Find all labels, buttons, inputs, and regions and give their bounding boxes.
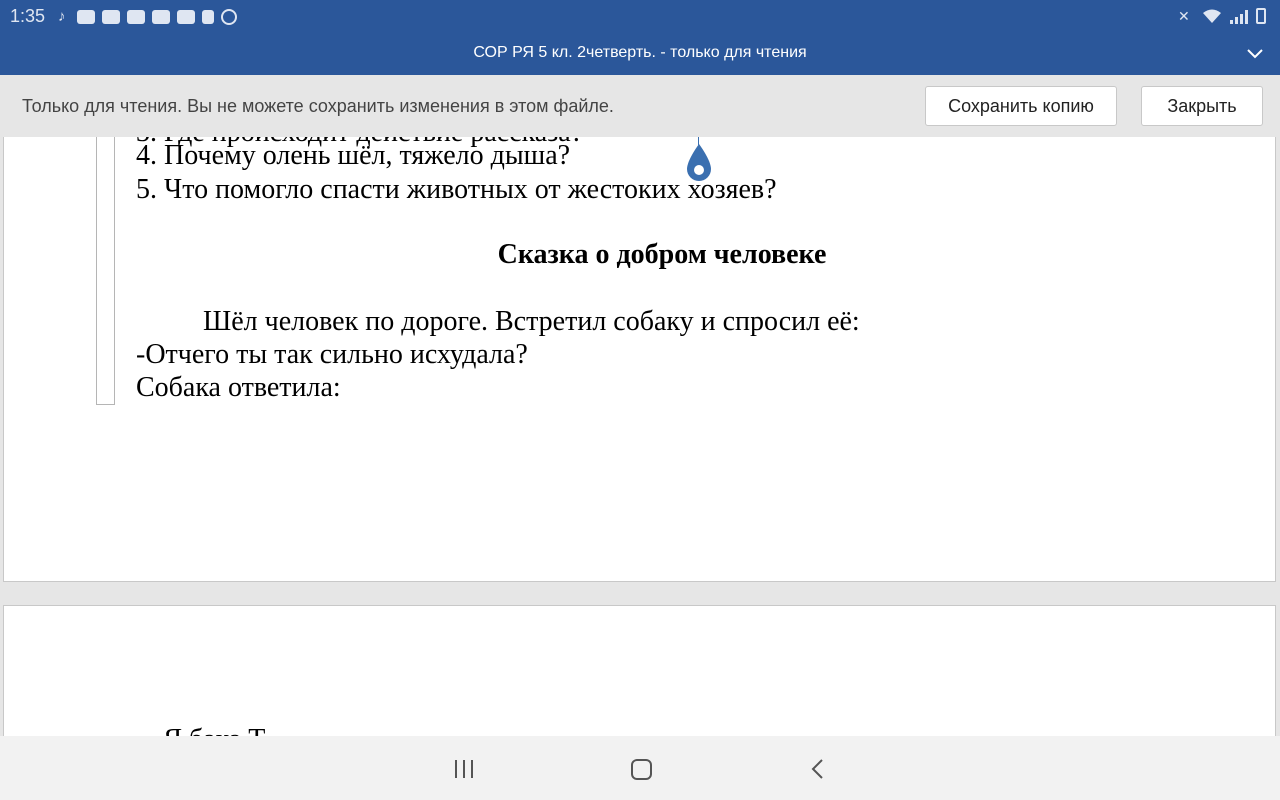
- whatsapp-icon: [221, 9, 237, 25]
- battery-icon: [1256, 8, 1266, 24]
- system-icons: ✕: [1178, 8, 1266, 24]
- save-copy-button[interactable]: Сохранить копию: [925, 86, 1117, 126]
- question-5: 5. Что помогло спасти животных от жесток…: [136, 174, 777, 205]
- status-bar: 1:35 ♪ ✕: [0, 0, 1280, 34]
- notification-icons: ♪: [58, 9, 237, 25]
- system-navigation-bar: [0, 736, 1280, 800]
- chevron-down-icon[interactable]: [1246, 44, 1264, 62]
- text-box-border: [96, 137, 115, 405]
- camera-app-icon: [202, 10, 214, 24]
- youtube-icon: [102, 10, 120, 24]
- youtube-icon: [177, 10, 195, 24]
- youtube-icon: [77, 10, 95, 24]
- home-icon[interactable]: [631, 759, 652, 780]
- cursor-handle-icon[interactable]: [685, 142, 713, 184]
- page2-partial-line: -Я бака Т: [154, 724, 265, 736]
- youtube-icon: [152, 10, 170, 24]
- wifi-icon: [1203, 9, 1221, 23]
- youtube-icon: [127, 10, 145, 24]
- readonly-notification-bar: Только для чтения. Вы не можете сохранит…: [0, 75, 1280, 137]
- paragraph-3: Собака ответила:: [136, 372, 341, 403]
- document-page-2[interactable]: -Я бака Т: [3, 605, 1276, 736]
- signal-icon: [1230, 8, 1248, 24]
- close-button[interactable]: Закрыть: [1141, 86, 1263, 126]
- document-page[interactable]: 3. Где происходит действие рассказа? 4. …: [3, 137, 1276, 582]
- back-icon[interactable]: [808, 758, 828, 780]
- readonly-message: Только для чтения. Вы не можете сохранит…: [22, 96, 614, 116]
- status-time: 1:35: [10, 6, 46, 26]
- recent-apps-icon[interactable]: [455, 760, 473, 778]
- app-header: 1:35 ♪ ✕ СОР РЯ 5 кл. 2четверть. - тольк…: [0, 0, 1280, 75]
- tiktok-icon: ♪: [58, 8, 66, 25]
- document-title[interactable]: СОР РЯ 5 кл. 2четверть. - только для чте…: [0, 44, 1280, 62]
- question-4: 4. Почему олень шёл, тяжело дыша?: [136, 140, 571, 171]
- story-heading: Сказка о добром человеке: [497, 239, 827, 270]
- paragraph-2: -Отчего ты так сильно исхудала?: [136, 339, 528, 370]
- paragraph-1: Шёл человек по дороге. Встретил собаку и…: [203, 306, 860, 337]
- mute-icon: ✕: [1178, 8, 1190, 24]
